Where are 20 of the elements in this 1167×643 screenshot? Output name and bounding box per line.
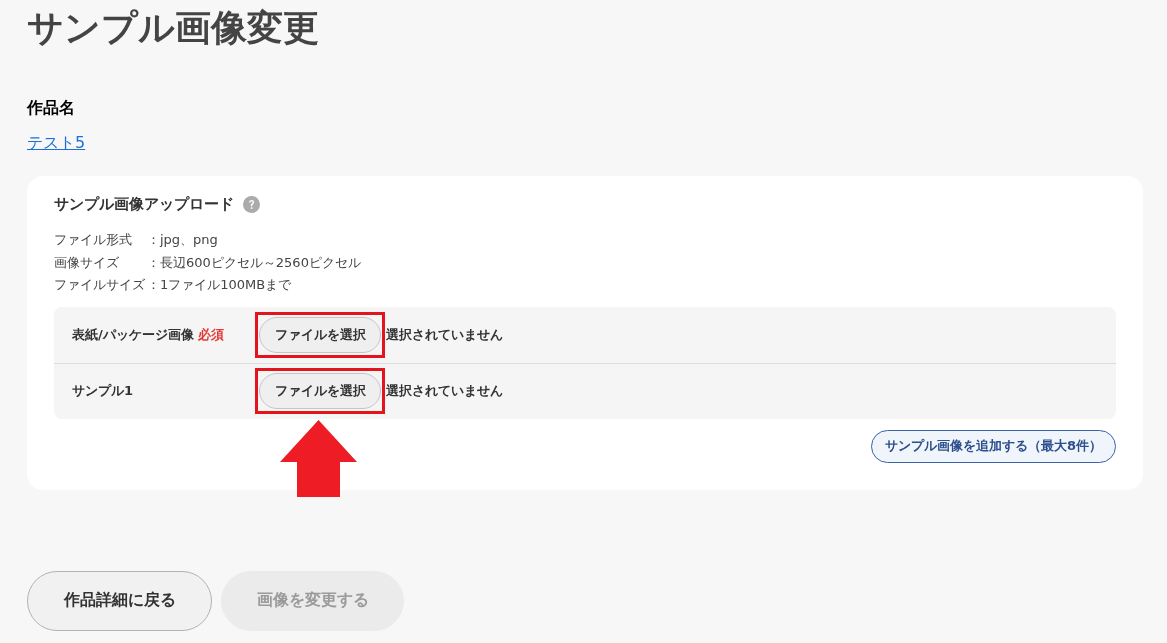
spec-label: ファイル形式 — [54, 231, 133, 249]
file-row-label: サンプル1 — [72, 382, 134, 400]
file-status: 選択されていません — [386, 325, 503, 344]
work-link[interactable]: テスト5 — [27, 133, 86, 152]
spec-label: ファイルサイズ — [54, 276, 146, 294]
page-title: サンプル画像変更 — [27, 6, 320, 50]
spec-value: ：長辺600ピクセル～2560ピクセル — [147, 253, 361, 272]
required-label: 必須 — [197, 325, 224, 344]
choose-file-button[interactable]: ファイルを選択 — [259, 373, 381, 409]
help-icon[interactable] — [243, 195, 260, 213]
file-row-label: 表紙/パッケージ画像 — [72, 325, 194, 344]
spec-label: 画像サイズ — [54, 253, 120, 272]
upload-heading: サンプル画像アップロード — [54, 195, 234, 213]
add-sample-button[interactable]: サンプル画像を追加する（最大8件） — [870, 429, 1116, 463]
spec-value: ：jpg、png — [147, 231, 218, 249]
work-name-label: 作品名 — [27, 98, 76, 118]
choose-file-button[interactable]: ファイルを選択 — [259, 316, 381, 353]
back-button[interactable]: 作品詳細に戻る — [27, 570, 212, 631]
file-status: 選択されていません — [386, 382, 503, 400]
spec-value: ：1ファイル100MBまで — [147, 276, 292, 294]
